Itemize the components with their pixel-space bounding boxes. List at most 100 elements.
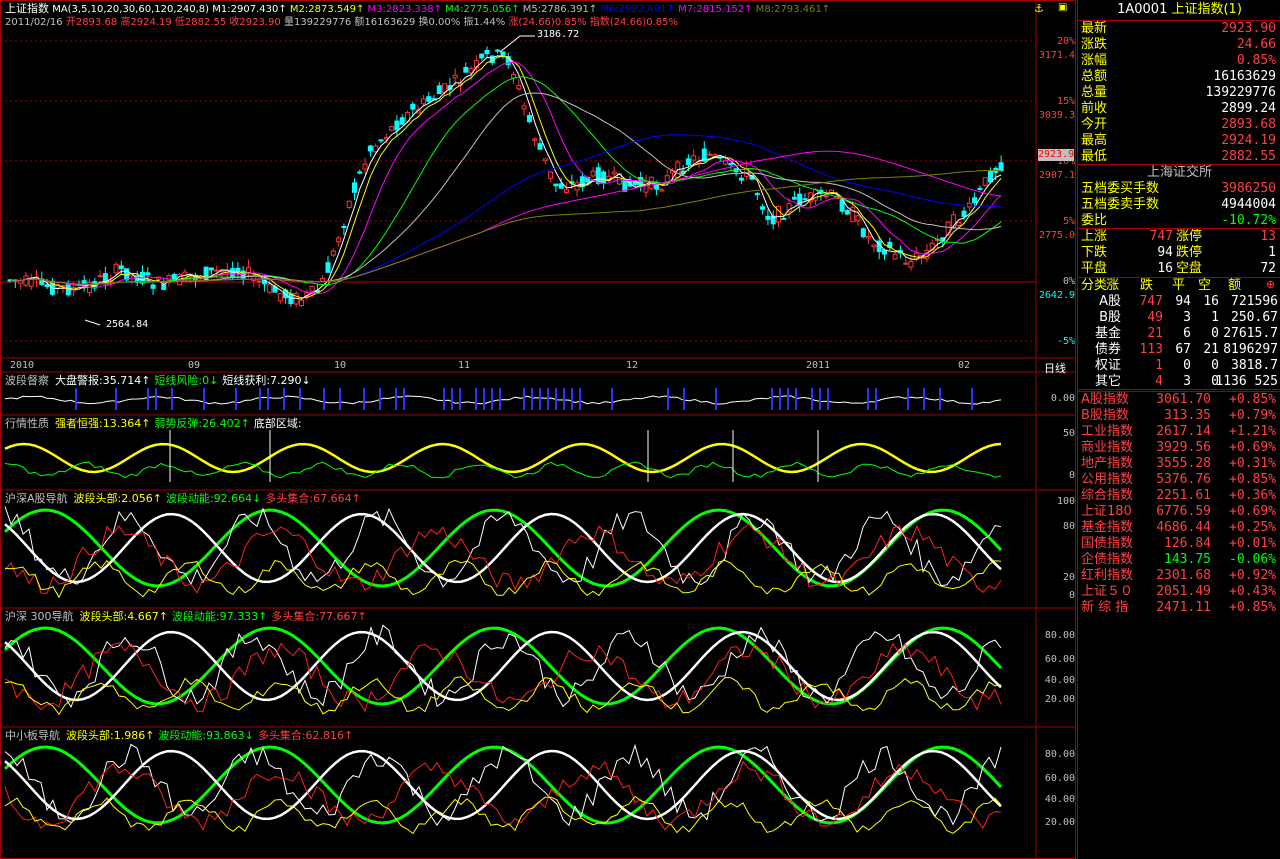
category-column-header: 平 [1172,278,1186,293]
category-name: 其它 [1094,374,1121,389]
category-amount: 8196297 [1223,342,1278,357]
index-value: 313.35 [1164,408,1211,423]
candlesticks [7,46,1004,308]
index-row[interactable]: 上证180 6776.59 +0.69% [1078,504,1280,520]
category-name: B股 [1099,310,1121,325]
ma-value: M7:2815.152↑ [674,4,753,15]
ma-value: M5:2786.391↑ [519,4,598,15]
indicator-panel-title: 波段督察 大盘警报:35.714↑ 短线风险:0↓ 短线获利:7.290↓ [5,374,315,387]
index-change: +0.85% [1229,472,1276,487]
category-row[interactable]: A股 747 94 16 721596 [1078,294,1280,310]
panel-axis-label: 20 [1062,572,1075,583]
category-down: 0 [1183,358,1191,373]
time-axis-label: 09 [188,360,201,371]
ma-value: M8:2793.461↑ [752,4,831,15]
index-value: 2051.49 [1156,584,1211,599]
panel-axis-label: 20.00 [1044,694,1075,705]
ma-value: M2:2873.549↑ [286,4,365,15]
time-axis-label: 10 [334,360,347,371]
quote-label: 最高 [1081,133,1108,148]
price-axis-label: 2907.1 [1038,170,1075,181]
index-row[interactable]: A股指数 3061.70 +0.85% [1078,392,1280,408]
category-down: 3 [1183,374,1191,389]
quote-label: 涨跌 [1081,37,1108,52]
index-row[interactable]: 红利指数 2301.68 +0.92% [1078,568,1280,584]
low-annotation: 2564.84 [106,319,149,330]
price-axis-label: -5% [1056,336,1075,347]
index-value: 3555.28 [1156,456,1211,471]
index-change: +0.36% [1229,488,1276,503]
indicator-panel-title: 行情性质 强者恒强:13.364↑ 弱势反弹:26.402↑ 底部区域: [5,417,306,430]
category-row[interactable]: 权证 1 0 0 3818.7 [1078,358,1280,374]
category-flat: 16 [1203,294,1219,309]
exchange-label: 委比 [1081,213,1108,228]
bar-info-item: 收2923.90 [229,17,284,28]
category-column-header: 额 [1228,278,1242,293]
index-name: 公用指数 [1081,472,1134,487]
index-value: 2251.61 [1156,488,1211,503]
index-row[interactable]: 工业指数 2617.14 +1.21% [1078,424,1280,440]
category-flat: 1 [1211,310,1219,325]
breadth-row: 平盘 16 空盘 72 [1078,261,1280,277]
quote-row: 涨幅 0.85% [1078,53,1280,69]
bar-info-item: 振1.44% [463,17,509,28]
period-label[interactable]: 日线 [1044,360,1066,376]
exchange-value: -10.72% [1221,213,1276,228]
quote-label: 最新 [1081,21,1108,36]
index-row[interactable]: 商业指数 3929.56 +0.69% [1078,440,1280,456]
category-row[interactable]: 其它 4 3 0 1136 525 [1078,374,1280,390]
index-row[interactable]: 上证５０ 2051.49 +0.43% [1078,584,1280,600]
lock-icon[interactable]: ⚓ [1034,2,1044,15]
index-row[interactable]: 国债指数 126.84 +0.01% [1078,536,1280,552]
time-axis-label: 2011 [806,360,831,371]
quote-label: 前收 [1081,101,1108,116]
breadth-row: 上涨 747 涨停 13 [1078,229,1280,245]
index-row[interactable]: 企债指数 143.75 -0.06% [1078,552,1280,568]
index-row[interactable]: 基金指数 4686.44 +0.25% [1078,520,1280,536]
price-axis-label: 0% [1062,276,1075,287]
security-code: 1A0001 [1117,2,1168,17]
panel-indicator-value: 波段头部:4.667↑ [79,610,168,623]
index-row[interactable]: 综合指数 2251.61 +0.36% [1078,488,1280,504]
price-axis-label: 3039.3 [1038,110,1075,121]
category-up: 113 [1139,342,1163,357]
category-row[interactable]: 基金 21 6 0 27615.7 [1078,326,1280,342]
category-down: 67 [1175,342,1191,357]
panel-axis-label: 40.00 [1044,675,1075,686]
index-row[interactable]: 新 综 指 2471.11 +0.85% [1078,600,1280,616]
panel-indicator-value: 底部区域: [253,417,302,430]
index-name: 新 综 指 [1081,600,1129,615]
category-row[interactable]: B股 49 3 1 250.67 [1078,310,1280,326]
category-flat: 21 [1203,342,1219,357]
panel-indicator-value: 波段头部:1.986↑ [66,729,155,742]
bar-info-item: 2011/02/16 [5,17,66,28]
index-name: 企债指数 [1081,552,1134,567]
quote-value: 0.85% [1236,53,1276,68]
index-row[interactable]: B股指数 313.35 +0.79% [1078,408,1280,424]
category-amount: 1136 525 [1215,374,1278,389]
index-row[interactable]: 公用指数 5376.76 +0.85% [1078,472,1280,488]
exchange-value: 4944004 [1221,197,1276,212]
ma-label: MA(3,5,10,20,30,60,120,240,8) [52,4,210,15]
index-change: +0.85% [1229,392,1276,407]
quote-row: 前收 2899.24 [1078,101,1280,117]
index-value: 6776.59 [1156,504,1211,519]
category-up: 1 [1155,358,1163,373]
bar-info-item: 涨(24.66)0.85% [508,17,590,28]
security-name: 上证指数(1) [1171,2,1242,17]
quote-value: 2882.55 [1221,149,1276,164]
panel-name: 波段督察 [5,374,49,387]
index-name: 工业指数 [1081,424,1134,439]
panel-axis-label: 20.00 [1044,817,1075,828]
index-row[interactable]: 地产指数 3555.28 +0.31% [1078,456,1280,472]
category-amount: 250.67 [1231,310,1278,325]
security-title: 上证指数 [5,2,49,15]
index-change: +0.25% [1229,520,1276,535]
exchange-row: 委比 -10.72% [1078,213,1280,229]
category-row[interactable]: 债券 113 67 21 8196297 [1078,342,1280,358]
quote-row: 涨跌 24.66 [1078,37,1280,53]
expand-icon[interactable]: ⊕ [1266,278,1275,291]
panel-indicator-value: 强者恒强:13.364↑ [55,417,151,430]
menu-icon[interactable]: ▣ [1058,2,1067,13]
index-change: +1.21% [1229,424,1276,439]
